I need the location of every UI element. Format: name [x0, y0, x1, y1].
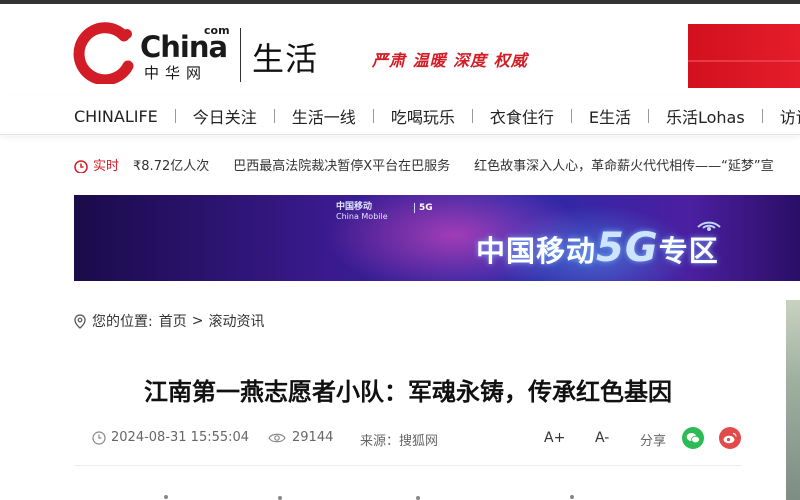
- nav-separator: [647, 109, 649, 123]
- breadcrumb-separator: >: [191, 313, 204, 329]
- nav-separator: [570, 109, 572, 123]
- signal-wave-icon: [697, 221, 721, 231]
- nav-separator: [471, 109, 473, 123]
- view-count: 29144: [268, 430, 333, 445]
- nav-separator: [174, 109, 176, 123]
- font-larger-button[interactable]: A+: [544, 430, 565, 446]
- nav-item-food-fun[interactable]: 吃喝玩乐: [391, 104, 455, 128]
- weibo-icon: [723, 432, 737, 444]
- location-pin-icon: [74, 313, 86, 329]
- banner-5g-tag: 5G: [414, 203, 433, 213]
- zone-suffix: 专区: [658, 234, 719, 268]
- nav-item-e-life[interactable]: E生活: [589, 104, 631, 128]
- clock-icon: [92, 430, 106, 445]
- banner-headline: 中国移动5G专区: [476, 225, 719, 271]
- right-sidebar-image[interactable]: [786, 300, 800, 500]
- nav-item-interviews[interactable]: 访谈: [780, 104, 800, 128]
- realtime-ticker: 实时 ₹8.72亿人次 巴西最高法院裁决暂停X平台在巴服务 红色故事深入人心，革命薪火…: [74, 155, 800, 173]
- ticker-item[interactable]: 巴西最高法院裁决暂停X平台在巴服务: [233, 159, 450, 173]
- nav-item-life-frontline[interactable]: 生活一线: [292, 104, 356, 128]
- article-title: 江南第一燕志愿者小队：军魂永铸，传承红色基因: [144, 378, 672, 406]
- brand-cn: 中国移动: [336, 202, 373, 212]
- publish-date-text: 2024-08-31 15:55:04: [111, 430, 250, 445]
- publish-date: 2024-08-31 15:55:04: [92, 430, 249, 445]
- article-source: 来源：搜狐网: [360, 434, 439, 449]
- header-slogan: 严肃 温暖 深度 权威: [372, 51, 528, 70]
- font-smaller-button[interactable]: A-: [595, 430, 609, 446]
- nav-item-daily-living[interactable]: 衣食住行: [490, 104, 554, 128]
- wechat-share-button[interactable]: [682, 427, 704, 449]
- header-red-ad-banner[interactable]: [688, 24, 800, 88]
- view-count-text: 29144: [292, 430, 334, 445]
- nav-separator: [372, 109, 374, 123]
- ticker-live-label: 实时: [93, 159, 120, 173]
- banner-stripe: [688, 60, 800, 62]
- article-body-text-partial: [164, 495, 574, 500]
- logo-c-mark-icon: [73, 22, 134, 84]
- logo-chinese-name: 中华网: [144, 64, 208, 82]
- content-divider: [74, 465, 742, 466]
- channel-title[interactable]: 生活: [252, 34, 318, 80]
- china-mobile-5g-banner[interactable]: 中国移动 China Mobile 5G 中国移动5G专区: [74, 195, 800, 281]
- nav-item-chinalife[interactable]: CHINALIFE: [74, 107, 158, 126]
- site-header: China com 中华网 生活 严肃 温暖 深度 权威: [0, 4, 800, 96]
- nav-item-today-focus[interactable]: 今日关注: [193, 104, 257, 128]
- breadcrumb-current[interactable]: 滚动资讯: [208, 311, 264, 331]
- ticker-item[interactable]: 红色故事深入人心，革命薪火代代相传——“延梦”宣: [474, 159, 773, 173]
- eye-icon: [268, 433, 286, 442]
- china-mobile-brand: 中国移动 China Mobile: [336, 202, 388, 222]
- brand-en: China Mobile: [336, 212, 388, 221]
- wechat-icon: [686, 433, 700, 444]
- nav-separator: [273, 109, 275, 123]
- weibo-share-button[interactable]: [719, 427, 741, 449]
- ticker-item[interactable]: ₹8.72亿人次: [133, 159, 209, 173]
- header-divider: [240, 28, 241, 82]
- breadcrumb-home-link[interactable]: 首页: [159, 311, 187, 331]
- zone-5g: 5G: [596, 225, 659, 271]
- article-meta: 2024-08-31 15:55:04 29144 来源：搜狐网 A+ A- 分…: [92, 427, 752, 450]
- logo-com: com: [204, 24, 230, 37]
- zone-prefix: 中国移动: [476, 234, 597, 268]
- clock-icon: [74, 159, 88, 173]
- breadcrumb: 您的位置: 首页 > 滚动资讯: [74, 311, 264, 331]
- main-nav: CHINALIFE 今日关注 生活一线 吃喝玩乐 衣食住行 E生活 乐活Loha…: [0, 96, 800, 216]
- nav-item-lohas[interactable]: 乐活Lohas: [666, 104, 745, 128]
- china-com-logo[interactable]: China com 中华网: [72, 22, 232, 84]
- breadcrumb-label: 您的位置:: [92, 314, 153, 330]
- share-label: 分享: [640, 434, 667, 449]
- nav-separator: [761, 109, 763, 123]
